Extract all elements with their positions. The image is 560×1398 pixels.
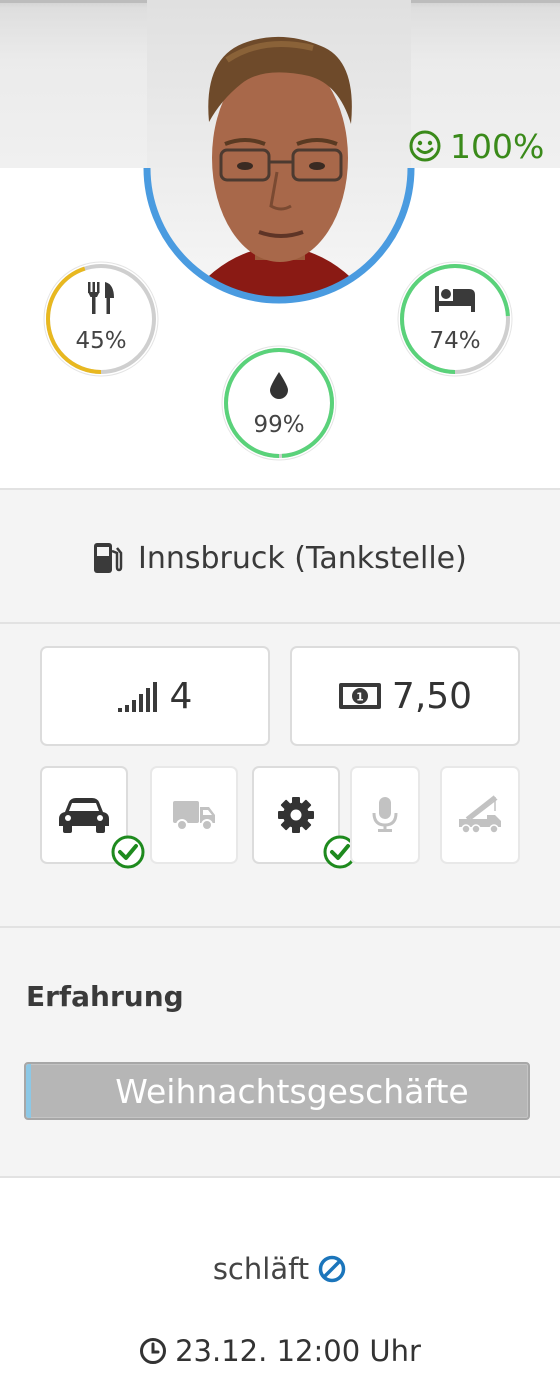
microphone-icon xyxy=(372,797,398,832)
location[interactable]: Innsbruck (Tankstelle) xyxy=(92,536,467,580)
level-box[interactable]: 4 xyxy=(40,646,270,746)
location-text: Innsbruck (Tankstelle) xyxy=(138,540,467,576)
ban-icon[interactable] xyxy=(317,1254,347,1284)
food-gauge[interactable]: 45% xyxy=(40,258,162,380)
experience-section xyxy=(0,928,560,1176)
time-text: 23.12. 12:00 Uhr xyxy=(175,1334,421,1368)
sleep-gauge[interactable]: 74% xyxy=(394,258,516,380)
car-icon xyxy=(59,798,109,833)
bed-icon xyxy=(435,286,475,312)
experience-bar-label: Weihnachtsgeschäfte xyxy=(115,1071,469,1111)
check-icon xyxy=(111,835,145,869)
money-value: 7,50 xyxy=(391,675,473,717)
experience-title: Erfahrung xyxy=(26,980,184,1013)
food-value: 45% xyxy=(75,328,127,354)
driver-avatar[interactable] xyxy=(143,0,415,306)
skill-car[interactable] xyxy=(40,766,145,869)
sleep-value: 74% xyxy=(429,328,481,354)
svg-text:1: 1 xyxy=(356,691,364,704)
drink-value: 99% xyxy=(253,412,305,438)
gear-icon xyxy=(278,797,314,833)
skill-microphone[interactable] xyxy=(350,766,420,864)
experience-progress-bar[interactable]: Weihnachtsgeschäfte xyxy=(24,1062,530,1120)
crane-truck-icon xyxy=(459,795,501,834)
skill-truck[interactable] xyxy=(150,766,238,864)
banknote-icon: 1 xyxy=(338,683,381,709)
smile-icon xyxy=(409,130,441,162)
drink-gauge[interactable]: 99% xyxy=(218,342,340,464)
utensils-icon xyxy=(88,282,114,314)
skill-crane[interactable] xyxy=(440,766,520,864)
truck-icon xyxy=(173,801,215,831)
level-value: 4 xyxy=(169,675,193,717)
status-text: schläft xyxy=(212,1252,310,1286)
clock-icon xyxy=(140,1338,167,1364)
happiness-indicator: 100% xyxy=(408,124,544,168)
timestamp: 23.12. 12:00 Uhr xyxy=(0,1330,560,1372)
driver-status: schläft xyxy=(0,1248,560,1290)
skill-gear[interactable] xyxy=(252,766,357,869)
signal-bars-icon xyxy=(117,682,157,712)
gas-station-icon xyxy=(94,543,123,573)
happiness-value: 100% xyxy=(450,126,545,166)
water-drop-icon xyxy=(270,372,288,399)
money-box[interactable]: 1 7,50 xyxy=(290,646,520,746)
divider xyxy=(0,1176,560,1178)
